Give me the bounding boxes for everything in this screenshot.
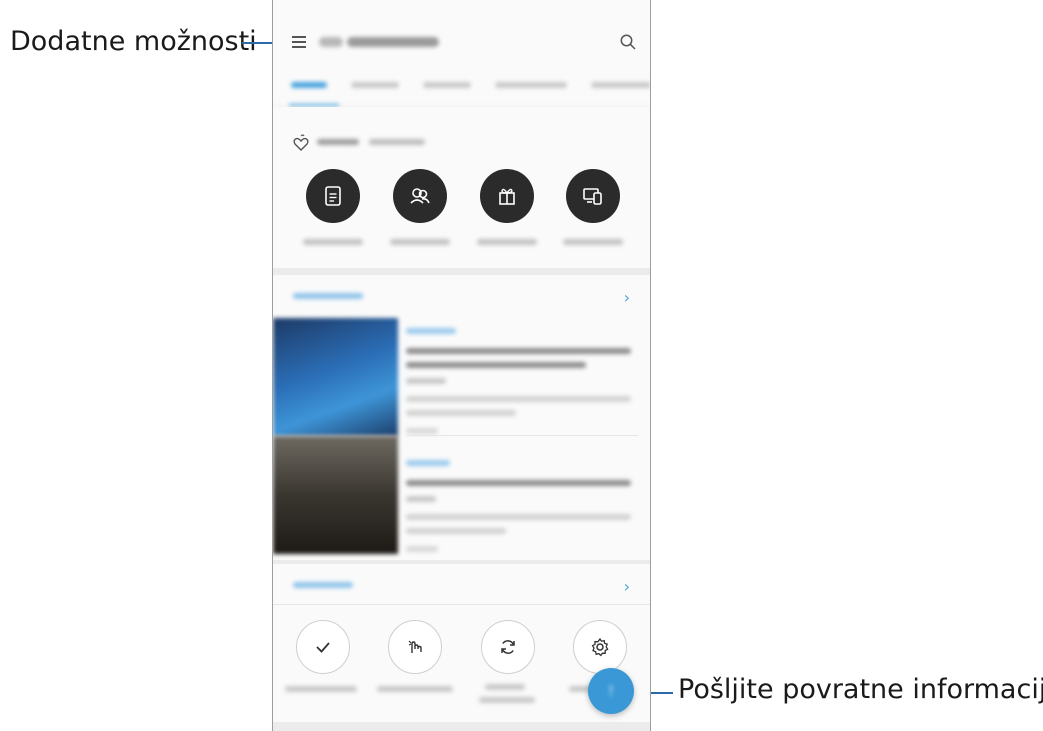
article-card[interactable]	[273, 436, 650, 554]
chevron-right-icon[interactable]: ›	[624, 288, 630, 307]
annotation-send-feedback: Pošljite povratne informacije.	[678, 674, 1043, 705]
document-button[interactable]	[306, 169, 360, 223]
people-icon	[410, 188, 430, 204]
chevron-right-icon[interactable]: ›	[624, 577, 630, 596]
article-card[interactable]	[273, 318, 650, 436]
gift-icon	[499, 188, 515, 205]
tab-2[interactable]	[351, 82, 399, 88]
tools-section-title	[293, 582, 353, 588]
feedback-icon: !	[607, 682, 614, 700]
benefits-button[interactable]	[480, 169, 534, 223]
tab-active-indicator	[289, 104, 339, 106]
bottom-strip	[273, 722, 650, 731]
tab-5[interactable]	[591, 82, 650, 88]
tools-section-header[interactable]: ›	[273, 564, 650, 604]
diagnostics-button[interactable]	[296, 620, 350, 674]
section-divider	[273, 268, 650, 275]
interactive-checks-button[interactable]	[388, 620, 442, 674]
community-button[interactable]	[393, 169, 447, 223]
devices-icon	[583, 188, 602, 205]
software-update-label-line2	[479, 697, 535, 703]
refresh-icon	[501, 640, 515, 654]
annotation-more-options: Dodatne možnosti	[10, 26, 257, 57]
app-title	[319, 33, 479, 51]
tips-section-title	[293, 293, 363, 299]
software-update-button[interactable]	[481, 620, 535, 674]
welcome-card	[273, 107, 650, 267]
touch-gesture-icon	[408, 640, 422, 653]
greeting-text	[317, 139, 427, 148]
section-divider	[273, 604, 650, 605]
article-thumbnail	[273, 318, 398, 436]
my-devices-button-label	[563, 239, 623, 245]
diagnostics-label	[285, 686, 357, 692]
settings-icon	[591, 637, 609, 657]
hamburger-menu-icon[interactable]	[292, 35, 306, 49]
tab-home[interactable]	[291, 82, 327, 88]
search-icon[interactable]	[619, 33, 637, 51]
tab-4[interactable]	[495, 82, 567, 88]
settings-button[interactable]	[573, 620, 627, 674]
app-bar	[273, 0, 650, 80]
software-update-label	[485, 684, 525, 690]
tab-3[interactable]	[423, 82, 471, 88]
feedback-fab[interactable]: !	[588, 668, 634, 714]
tips-section-header[interactable]: ›	[273, 275, 650, 319]
document-icon	[325, 186, 341, 206]
community-button-label	[390, 239, 450, 245]
checkmark-icon	[316, 642, 330, 653]
document-button-label	[303, 239, 363, 245]
my-devices-button[interactable]	[566, 169, 620, 223]
tab-bar	[273, 72, 650, 107]
phone-screen: › ›	[272, 0, 651, 731]
interactive-checks-label	[377, 686, 453, 692]
heart-hand-icon	[291, 133, 311, 153]
article-thumbnail	[273, 436, 398, 554]
benefits-button-label	[477, 239, 537, 245]
